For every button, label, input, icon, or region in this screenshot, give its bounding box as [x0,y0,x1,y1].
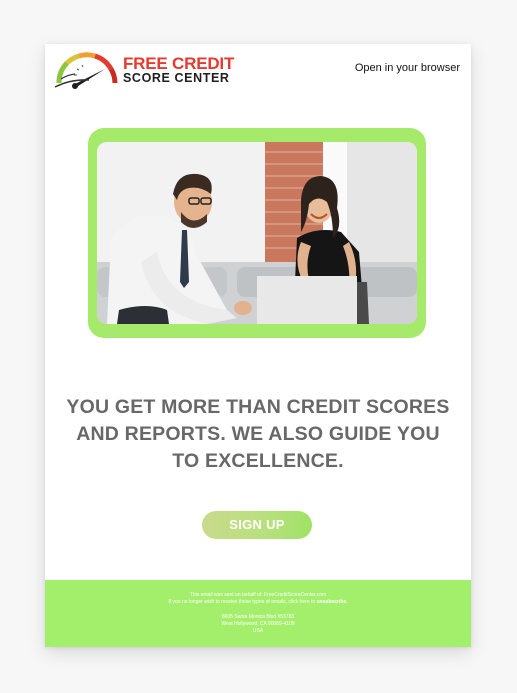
email-footer: This email was sent on behalf of: FreeCr… [45,580,471,647]
people-with-laptop-photo [97,142,417,324]
footer-address-line-3: USA [252,628,264,634]
footer-unsubscribe-prefix: If you no longer wish to receive these t… [168,599,316,605]
speedometer-logo-icon [54,52,118,89]
hero-illustration [97,142,417,324]
footer-address-line-1: 8605 Santa Monica Blvd #53783 [221,614,295,620]
sign-up-button[interactable]: SIGN UP [202,511,312,539]
logo-text-free-credit: FREE CREDIT [123,54,235,73]
unsubscribe-link[interactable]: unsubscribe. [317,599,348,605]
email-card: FREE CREDIT SCORE CENTER Open in your br… [45,44,471,647]
footer-address-line-2: West Hollywood, CA 90069-4109 [221,621,295,627]
footer-unsubscribe-text: If you no longer wish to receive these t… [45,599,471,606]
open-in-browser-link[interactable]: Open in your browser [355,62,460,74]
headline: YOU GET MORE THAN CREDIT SCORES AND REPO… [55,394,461,475]
page-background: FREE CREDIT SCORE CENTER Open in your br… [0,0,517,693]
footer-sent-on-behalf: This email was sent on behalf of: FreeCr… [189,592,327,598]
logo-text-score-center: SCORE CENTER [123,71,230,85]
email-header: FREE CREDIT SCORE CENTER Open in your br… [45,44,471,94]
hero-image-frame [88,128,426,338]
headline-line-3: TO EXCELLENCE. [172,450,344,472]
headline-line-2: AND REPORTS. WE ALSO GUIDE YOU [76,423,440,445]
headline-line-1: YOU GET MORE THAN CREDIT SCORES [66,396,450,418]
brand-logo[interactable]: FREE CREDIT SCORE CENTER [53,49,235,89]
